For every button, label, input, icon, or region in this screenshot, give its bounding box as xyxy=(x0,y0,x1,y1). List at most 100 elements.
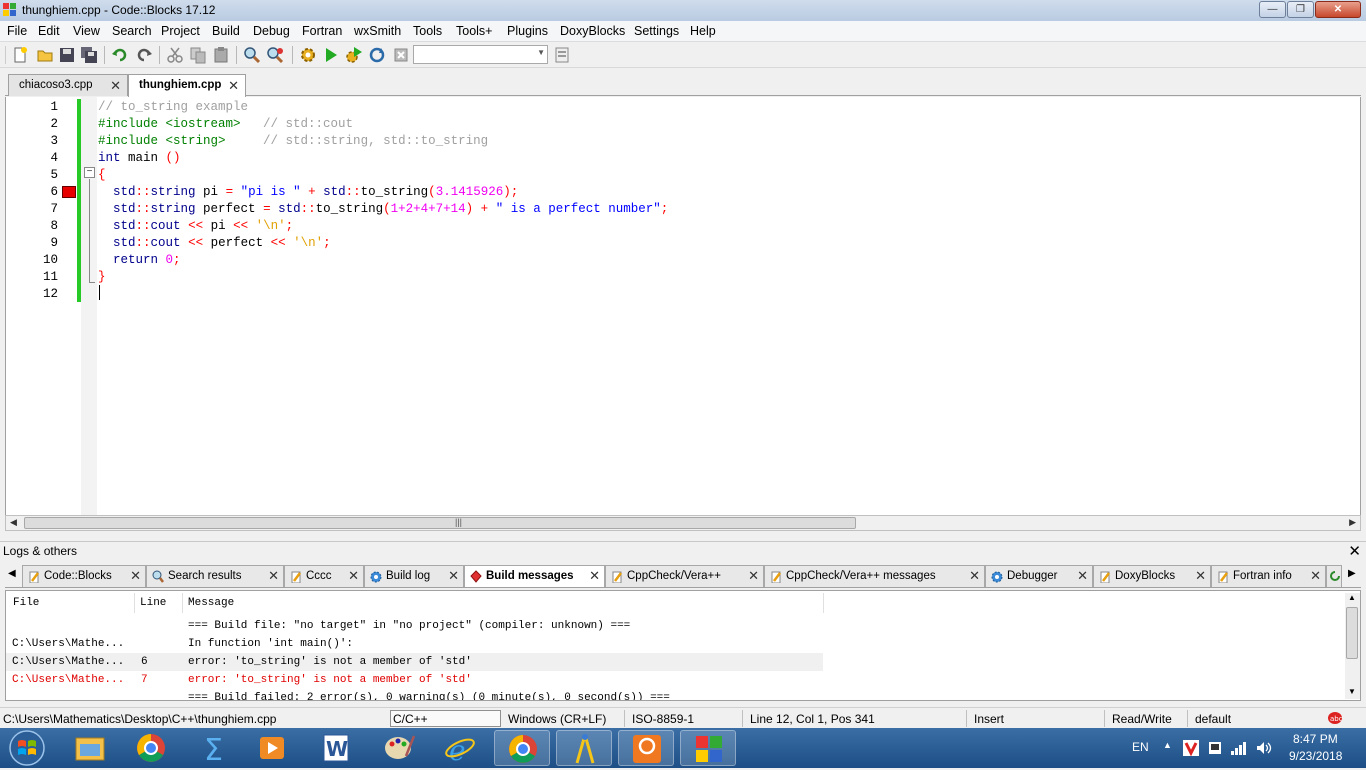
horizontal-scrollbar[interactable]: ◀ ||| ▶ xyxy=(5,515,1361,531)
open-folder-icon[interactable] xyxy=(36,46,54,64)
tab-thunghiem[interactable]: thunghiem.cpp ✕ xyxy=(128,74,246,97)
close-icon[interactable]: ✕ xyxy=(1348,542,1361,560)
menu-project[interactable]: Project xyxy=(161,24,200,38)
save-all-icon[interactable] xyxy=(80,46,98,64)
menu-wxsmith[interactable]: wxSmith xyxy=(354,24,401,38)
line-number-gutter[interactable]: 1 2 3 4 5 6 7 8 9 10 11 12 xyxy=(6,97,76,515)
spell-check-icon[interactable]: abc xyxy=(1327,711,1343,725)
log-row[interactable]: === Build file: "no target" in "no proje… xyxy=(6,617,823,635)
build-and-run-icon[interactable] xyxy=(345,46,363,64)
menu-settings[interactable]: Settings xyxy=(634,24,679,38)
language-indicator[interactable]: EN xyxy=(1132,740,1149,754)
column-divider[interactable] xyxy=(134,593,135,613)
target-settings-icon[interactable] xyxy=(553,46,571,64)
close-icon[interactable]: ✕ xyxy=(969,568,980,584)
minimize-button[interactable]: — xyxy=(1259,1,1286,18)
volume-icon[interactable] xyxy=(1255,740,1273,756)
tabs-scroll-right-icon[interactable]: ▶ xyxy=(1348,568,1356,579)
close-icon[interactable]: ✕ xyxy=(348,568,359,584)
network-signal-icon[interactable] xyxy=(1230,740,1248,756)
undo-icon[interactable] xyxy=(111,46,129,64)
scroll-left-icon[interactable]: ◀ xyxy=(10,517,17,528)
run-icon[interactable] xyxy=(322,46,340,64)
code-line[interactable]: #include <string> // std::string, std::t… xyxy=(98,133,488,150)
clock-date[interactable]: 9/23/2018 xyxy=(1289,749,1342,763)
menu-plugins[interactable]: Plugins xyxy=(507,24,548,38)
build-messages-list[interactable]: File Line Message === Build file: "no ta… xyxy=(5,590,1361,701)
taskbar-file-explorer[interactable] xyxy=(62,730,118,766)
maximize-button[interactable]: ❐ xyxy=(1287,1,1314,18)
save-icon[interactable] xyxy=(58,46,76,64)
log-tab-debugger[interactable]: Debugger ✕ xyxy=(985,565,1093,587)
close-icon[interactable]: ✕ xyxy=(110,78,121,94)
redo-icon[interactable] xyxy=(135,46,153,64)
line-number[interactable]: 2 xyxy=(6,116,58,133)
line-number[interactable]: 5 xyxy=(6,167,58,184)
build-gear-icon[interactable] xyxy=(299,46,317,64)
line-number[interactable]: 11 xyxy=(6,269,58,286)
cut-icon[interactable] xyxy=(166,46,184,64)
close-icon[interactable]: ✕ xyxy=(748,568,759,584)
taskbar-chrome[interactable] xyxy=(123,730,179,766)
log-tab-doxyblocks[interactable]: DoxyBlocks ✕ xyxy=(1093,565,1211,587)
close-icon[interactable]: ✕ xyxy=(448,568,459,584)
tab-chiacoso3[interactable]: chiacoso3.cpp ✕ xyxy=(8,74,128,96)
copy-icon[interactable] xyxy=(189,46,207,64)
column-header-line[interactable]: Line xyxy=(140,597,166,609)
taskbar-codeblocks[interactable] xyxy=(680,730,736,766)
code-line[interactable]: std::cout << perfect << '\n'; xyxy=(98,235,331,252)
line-number[interactable]: 1 xyxy=(6,99,58,116)
log-tab-build-log[interactable]: Build log ✕ xyxy=(364,565,464,587)
log-tab-fortran-info[interactable]: Fortran info ✕ xyxy=(1211,565,1326,587)
line-number[interactable]: 9 xyxy=(6,235,58,252)
replace-icon[interactable] xyxy=(266,46,284,64)
scrollbar-thumb[interactable] xyxy=(1346,607,1358,659)
column-header-file[interactable]: File xyxy=(13,597,39,609)
vertical-scrollbar[interactable]: ▲ ▼ xyxy=(1345,593,1360,699)
log-tab-search-results[interactable]: Search results ✕ xyxy=(146,565,284,587)
menu-edit[interactable]: Edit xyxy=(38,24,60,38)
close-icon[interactable]: ✕ xyxy=(228,78,239,94)
close-icon[interactable]: ✕ xyxy=(1195,568,1206,584)
line-number[interactable]: 7 xyxy=(6,201,58,218)
log-row[interactable]: === Build failed: 2 error(s), 0 warning(… xyxy=(6,689,823,700)
line-number[interactable]: 10 xyxy=(6,252,58,269)
start-button-icon[interactable] xyxy=(3,729,51,767)
menu-debug[interactable]: Debug xyxy=(253,24,290,38)
fold-margin[interactable] xyxy=(81,97,97,515)
code-line[interactable]: return 0; xyxy=(98,252,181,269)
menu-build[interactable]: Build xyxy=(212,24,240,38)
line-number[interactable]: 4 xyxy=(6,150,58,167)
taskbar-geogebra[interactable] xyxy=(556,730,612,766)
log-row[interactable]: C:\Users\Mathe... 7 error: 'to_string' is … xyxy=(6,671,823,689)
code-line[interactable]: { xyxy=(98,167,106,184)
scroll-up-icon[interactable]: ▲ xyxy=(1348,593,1356,602)
menu-file[interactable]: File xyxy=(7,24,27,38)
scrollbar-thumb[interactable]: ||| xyxy=(24,517,856,529)
taskbar-paint[interactable] xyxy=(370,730,426,766)
menu-view[interactable]: View xyxy=(73,24,100,38)
menu-tools[interactable]: Tools xyxy=(413,24,442,38)
log-tab-cppcheck-vera-messages[interactable]: CppCheck/Vera++ messages ✕ xyxy=(764,565,985,587)
taskbar-foxit-pdf[interactable] xyxy=(618,730,674,766)
close-button[interactable]: ✕ xyxy=(1315,1,1361,18)
log-row[interactable]: C:\Users\Mathe... In function 'int main()… xyxy=(6,635,823,653)
close-icon[interactable]: ✕ xyxy=(130,568,141,584)
find-icon[interactable] xyxy=(243,46,261,64)
code-line[interactable]: #include <iostream> // std::cout xyxy=(98,116,353,133)
menu-help[interactable]: Help xyxy=(690,24,716,38)
menu-search[interactable]: Search xyxy=(112,24,152,38)
taskbar-chrome-open[interactable] xyxy=(494,730,550,766)
menu-tools-plus[interactable]: Tools+ xyxy=(456,24,492,38)
flag-icon[interactable] xyxy=(1207,740,1223,756)
line-number[interactable]: 3 xyxy=(6,133,58,150)
column-divider[interactable] xyxy=(182,593,183,613)
code-line[interactable]: } xyxy=(98,269,106,286)
log-tab-code-blocks[interactable]: Code::Blocks ✕ xyxy=(22,565,146,587)
tabs-scroll-left-icon[interactable]: ◀ xyxy=(8,568,16,579)
taskbar-internet-explorer[interactable]: e xyxy=(432,730,488,767)
build-target-dropdown[interactable]: ▼ xyxy=(413,45,548,64)
fold-toggle-icon[interactable]: − xyxy=(84,167,95,178)
taskbar-word[interactable]: W xyxy=(308,730,364,766)
rebuild-icon[interactable] xyxy=(368,46,386,64)
